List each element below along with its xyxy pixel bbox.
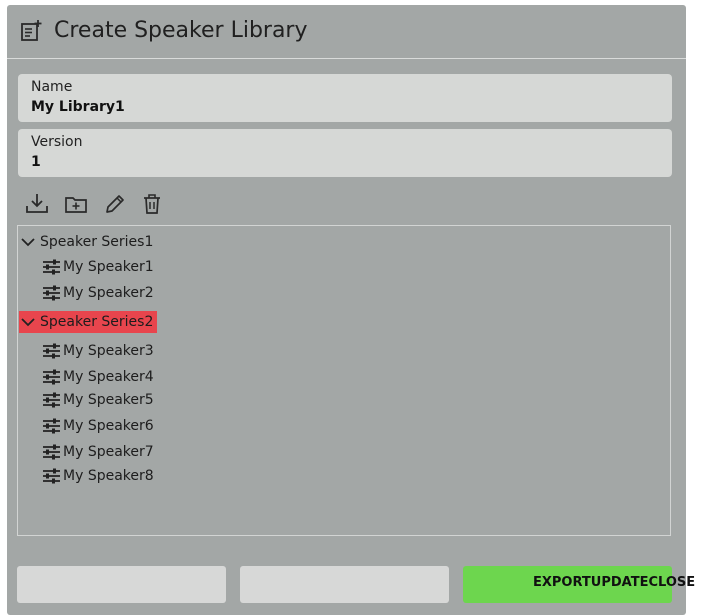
tree-item-speaker4[interactable]: My Speaker4: [42, 366, 154, 388]
export-label[interactable]: EXPORT: [533, 575, 591, 590]
speaker-label: My Speaker8: [63, 468, 154, 484]
version-field[interactable]: Version 1: [18, 129, 672, 177]
tree-item-speaker7[interactable]: My Speaker7: [42, 441, 154, 463]
name-field[interactable]: Name My Library1: [18, 74, 672, 122]
dialog-header: Create Speaker Library: [7, 5, 686, 59]
sliders-icon: [42, 443, 61, 461]
tree-item-speaker1[interactable]: My Speaker1: [42, 256, 154, 278]
tree-item-speaker3[interactable]: My Speaker3: [42, 340, 154, 362]
trash-icon[interactable]: [139, 191, 165, 217]
sliders-icon: [42, 342, 61, 360]
export-button[interactable]: [17, 566, 226, 603]
footer-button-labels: EXPORT UPDATE CLOSE: [533, 575, 695, 590]
chevron-down-icon[interactable]: [19, 315, 37, 329]
add-folder-icon[interactable]: [63, 191, 89, 217]
tree-item-speaker5[interactable]: My Speaker5: [42, 389, 154, 411]
speaker-label: My Speaker5: [63, 392, 154, 408]
sliders-icon: [42, 258, 61, 276]
version-label: Version: [31, 134, 83, 150]
speaker-label: My Speaker1: [63, 259, 154, 275]
speaker-label: My Speaker3: [63, 343, 154, 359]
sliders-icon: [42, 368, 61, 386]
name-value[interactable]: My Library1: [31, 99, 125, 115]
chevron-down-icon[interactable]: [19, 235, 37, 249]
tree-item-speaker6[interactable]: My Speaker6: [42, 415, 154, 437]
update-label[interactable]: UPDATE: [591, 575, 649, 590]
version-value[interactable]: 1: [31, 154, 41, 170]
update-button[interactable]: [240, 566, 449, 603]
series-label: Speaker Series2: [40, 314, 154, 330]
speaker-label: My Speaker2: [63, 285, 154, 301]
tree-item-speaker8[interactable]: My Speaker8: [42, 465, 154, 487]
close-label[interactable]: CLOSE: [648, 575, 695, 590]
series-label: Speaker Series1: [40, 234, 154, 250]
create-speaker-library-dialog: Create Speaker Library Name My Library1 …: [7, 5, 686, 615]
sliders-icon: [42, 417, 61, 435]
sliders-icon: [42, 467, 61, 485]
speaker-label: My Speaker6: [63, 418, 154, 434]
speaker-label: My Speaker4: [63, 369, 154, 385]
tree-toolbar: [24, 191, 184, 217]
sliders-icon: [42, 284, 61, 302]
tree-series-1[interactable]: Speaker Series1: [19, 231, 153, 253]
pencil-icon[interactable]: [102, 191, 128, 217]
download-icon[interactable]: [24, 191, 50, 217]
dialog-title: Create Speaker Library: [54, 18, 308, 43]
name-label: Name: [31, 79, 73, 95]
tree-series-2[interactable]: Speaker Series2: [19, 311, 158, 333]
speaker-label: My Speaker7: [63, 444, 154, 460]
speaker-tree[interactable]: Speaker Series1 My Speaker1 My Speaker2 …: [17, 225, 671, 536]
tree-item-speaker2[interactable]: My Speaker2: [42, 282, 154, 304]
add-document-icon: [19, 19, 43, 43]
sliders-icon: [42, 391, 61, 409]
